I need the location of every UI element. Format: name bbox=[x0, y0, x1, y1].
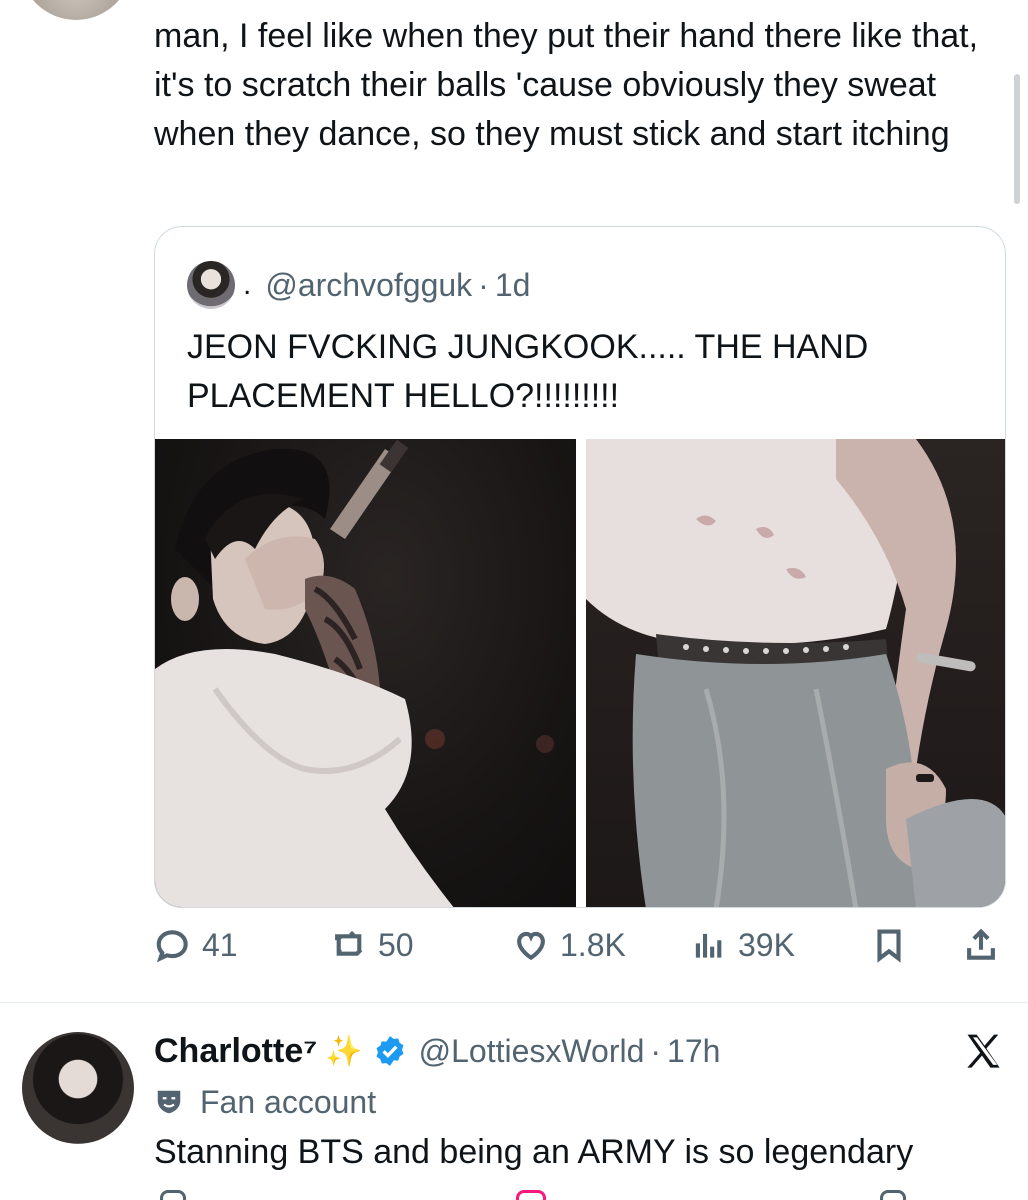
media-photo-right[interactable] bbox=[586, 439, 1005, 907]
quoted-tweet-card[interactable]: . @archvofgguk · 1d JEON FVCKING JUNGKOO… bbox=[154, 226, 1006, 908]
scrollbar-thumb[interactable] bbox=[1014, 74, 1020, 204]
bookmark-action-peek bbox=[880, 1190, 906, 1200]
verified-badge-icon[interactable] bbox=[373, 1034, 407, 1068]
tweet-author-avatar[interactable] bbox=[20, 0, 132, 20]
tweet-action-bar: 41 50 1.8K 39K bbox=[154, 920, 1006, 980]
views-count: 39K bbox=[738, 926, 795, 963]
views-button[interactable]: 39K bbox=[690, 926, 795, 964]
views-bar-icon bbox=[695, 933, 722, 958]
performer-torso-illustration bbox=[586, 439, 1005, 907]
comment-icon bbox=[156, 930, 188, 963]
account-label[interactable]: Fan account bbox=[154, 1080, 376, 1124]
quoted-tweet-text: JEON FVCKING JUNGKOOK..... THE HAND PLAC… bbox=[187, 328, 869, 415]
media-photo-left[interactable] bbox=[155, 439, 576, 907]
reply-count: 41 bbox=[202, 926, 238, 963]
share-icon bbox=[967, 928, 995, 960]
retweet-count: 50 bbox=[378, 926, 414, 963]
like-count: 1.8K bbox=[560, 926, 626, 963]
like-button[interactable]: 1.8K bbox=[512, 926, 626, 964]
bookmark-icon bbox=[877, 929, 901, 963]
quoted-media-grid bbox=[155, 439, 1005, 907]
account-label-text: Fan account bbox=[200, 1083, 377, 1120]
reply-button[interactable]: 41 bbox=[154, 926, 238, 964]
quoted-author-avatar[interactable] bbox=[187, 261, 235, 309]
performer-singing-illustration bbox=[155, 439, 554, 907]
share-button[interactable] bbox=[962, 926, 1000, 964]
reply-separator: · bbox=[650, 1032, 662, 1069]
quoted-tweet-header: . @archvofgguk · 1d bbox=[187, 261, 530, 309]
tweet-text: man, I feel like when they put their han… bbox=[154, 17, 979, 153]
reply-timestamp[interactable]: 17h bbox=[667, 1033, 720, 1070]
reply-author-name[interactable]: Charlotte⁷ bbox=[154, 1032, 317, 1071]
like-action-peek bbox=[516, 1190, 546, 1200]
bookmark-button[interactable] bbox=[870, 926, 908, 964]
tweet-divider bbox=[0, 1002, 1028, 1003]
reply-action-peek bbox=[160, 1190, 186, 1200]
sparkle-emoji: ✨ bbox=[325, 1034, 363, 1068]
theater-mask-icon bbox=[157, 1090, 181, 1114]
heart-icon bbox=[517, 931, 545, 961]
quoted-author-handle[interactable]: @archvofgguk bbox=[265, 267, 472, 304]
quoted-author-name[interactable]: . bbox=[243, 268, 251, 302]
reply-author-handle[interactable]: @LottiesxWorld bbox=[419, 1033, 645, 1070]
retweet-icon bbox=[335, 930, 363, 956]
quoted-timestamp[interactable]: 1d bbox=[495, 267, 531, 304]
quoted-separator: · bbox=[478, 266, 489, 303]
reply-header: Charlotte⁷ ✨ @LottiesxWorld · 17h bbox=[154, 1024, 720, 1078]
retweet-button[interactable]: 50 bbox=[330, 926, 414, 964]
reply-text: Stanning BTS and being an ARMY is so leg… bbox=[154, 1133, 914, 1171]
reply-author-avatar[interactable] bbox=[22, 1032, 134, 1144]
x-logo-icon[interactable] bbox=[962, 1030, 1006, 1074]
